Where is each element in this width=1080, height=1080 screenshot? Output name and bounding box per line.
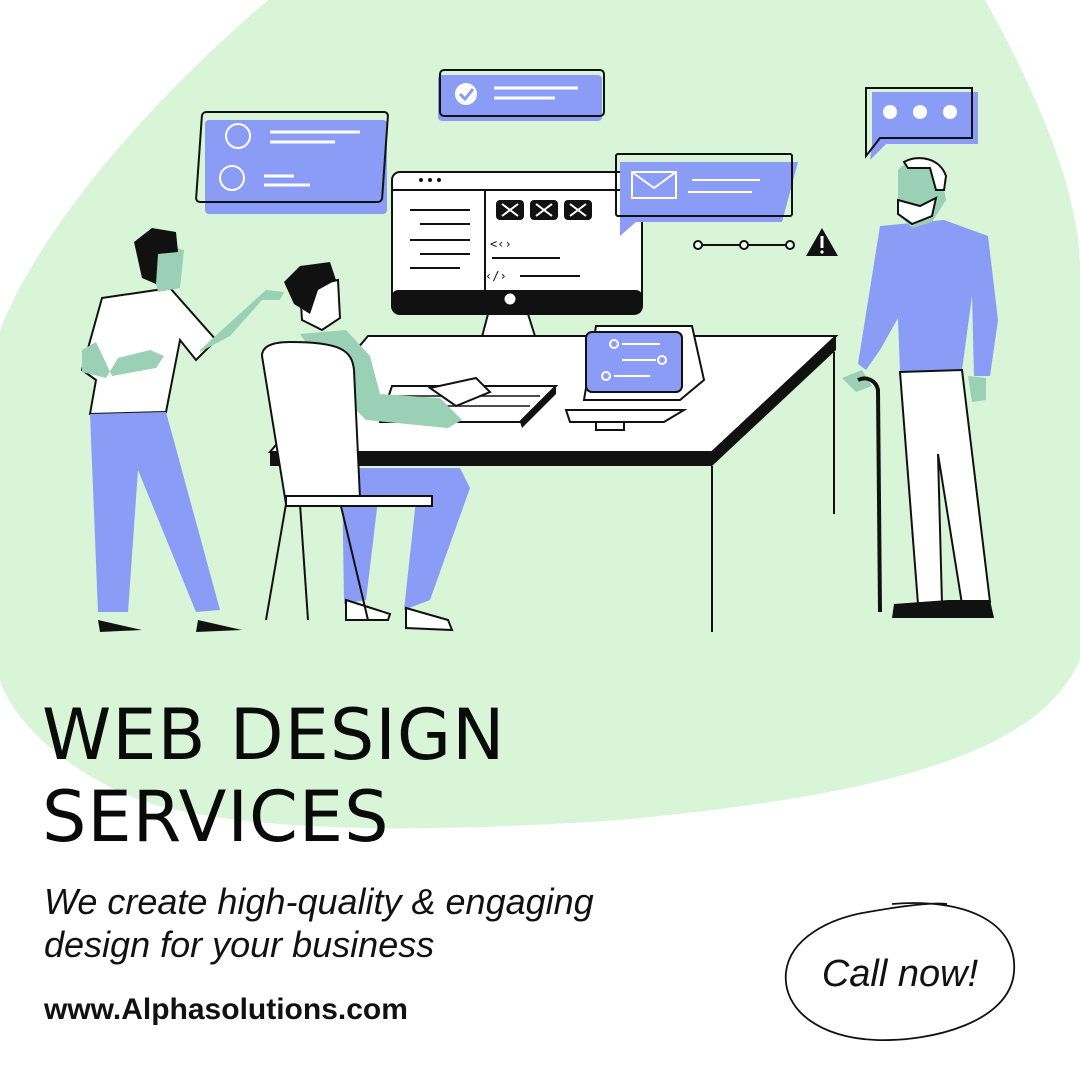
subtitle-line-1: We create high-quality & engaging: [44, 881, 594, 922]
chat-bubble-icon: [865, 87, 978, 160]
headline-line-2: SERVICES: [42, 776, 390, 858]
code-icon: <‹›: [490, 237, 512, 251]
connector-line: [693, 240, 795, 250]
elderly-person: [842, 157, 998, 618]
floating-mail-panel: [615, 153, 798, 236]
warning-icon: [806, 228, 838, 256]
headline: WEB DESIGN SERVICES: [42, 694, 506, 858]
standing-person-left: [80, 228, 284, 632]
call-now-label: Call now!: [821, 953, 979, 995]
subtitle: We create high-quality & engaging design…: [44, 880, 664, 966]
svg-text:‹/›: ‹/›: [485, 269, 507, 283]
office-illustration: <‹› ‹/›: [80, 69, 998, 632]
subtitle-line-2: design for your business: [44, 924, 435, 965]
call-now-button[interactable]: Call now!: [772, 892, 1028, 1054]
web-design-ad: <‹› ‹/› WEB DESIGN SERVICES We create hi…: [0, 0, 1080, 1080]
floating-profile-panel: [195, 111, 389, 214]
headline-line-1: WEB DESIGN: [42, 694, 506, 776]
check-icon: [455, 83, 477, 105]
floating-check-panel: [438, 69, 605, 121]
website-link[interactable]: www.Alphasolutions.com: [44, 992, 408, 1028]
